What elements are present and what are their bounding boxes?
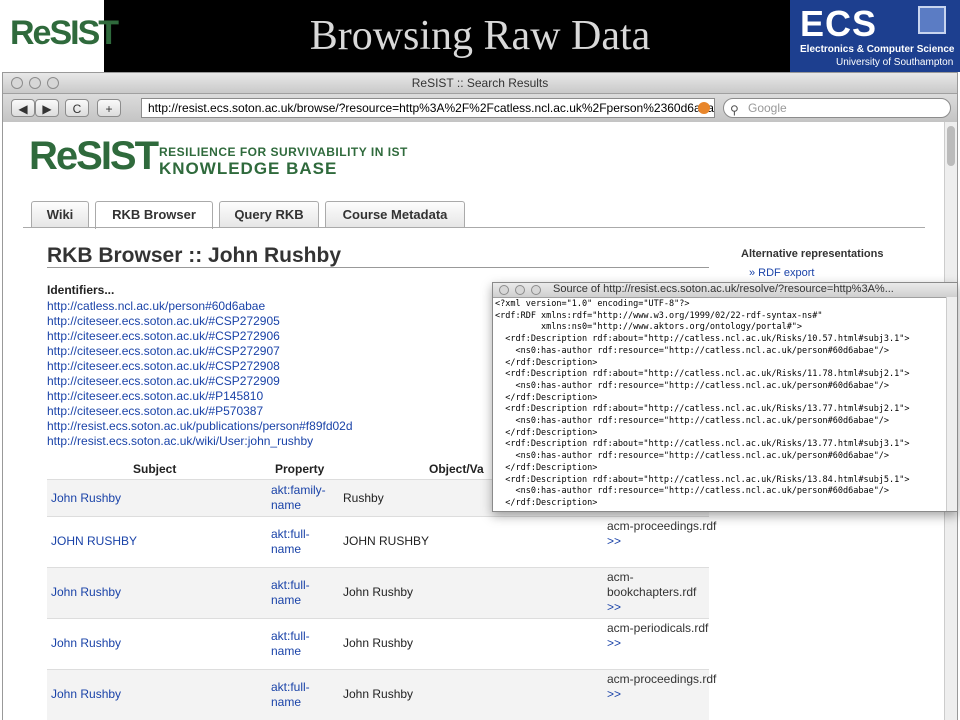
rss-icon[interactable]	[698, 102, 710, 114]
identifier-link[interactable]: http://citeseer.ecs.soton.ac.uk/#CSP2729…	[47, 314, 280, 328]
tab-rkb-browser[interactable]: RKB Browser	[95, 201, 213, 229]
forward-button[interactable]: ▶	[35, 99, 59, 117]
window-titlebar: ReSIST :: Search Results	[3, 73, 957, 94]
ecs-subtitle: Electronics & Computer Science	[800, 44, 955, 55]
tab-wiki[interactable]: Wiki	[31, 201, 89, 227]
source-cell: acm-proceedings.rdf >>	[607, 519, 717, 549]
search-icon: ⚲	[730, 103, 739, 117]
property-link[interactable]: akt:full-name	[271, 680, 331, 710]
more-link[interactable]: >>	[607, 600, 621, 614]
kb-name: KNOWLEDGE BASE	[159, 159, 338, 178]
table-row: John Rushby akt:full-name John Rushby ac…	[47, 618, 709, 669]
search-placeholder: Google	[748, 101, 787, 115]
object-value: John Rushby	[343, 585, 414, 599]
ecs-logo-text: ECS	[800, 3, 878, 44]
rdf-source-code: <?xml version="1.0" encoding="UTF-8"?> <…	[495, 299, 910, 508]
column-header-property: Property	[275, 462, 325, 476]
reload-button[interactable]: C	[65, 99, 89, 117]
table-row: John Rushby akt:full-name John Rushby ac…	[47, 567, 709, 618]
identifier-link[interactable]: http://catless.ncl.ac.uk/person#60d6abae	[47, 299, 265, 313]
subject-link[interactable]: John Rushby	[51, 636, 121, 651]
browser-toolbar: ◀ ▶ C + http://resist.ecs.soton.ac.uk/br…	[3, 94, 957, 123]
resist-logo-text: ReSIST	[10, 14, 119, 52]
subject-link[interactable]: John Rushby	[51, 585, 121, 600]
source-cell: acm-periodicals.rdf >>	[607, 621, 717, 651]
identifier-link[interactable]: http://resist.ecs.soton.ac.uk/publicatio…	[47, 419, 353, 433]
tab-divider	[23, 227, 925, 228]
identifier-link[interactable]: http://citeseer.ecs.soton.ac.uk/#CSP2729…	[47, 344, 280, 358]
slide-header: ReSIST Browsing Raw Data ECS Electronics…	[0, 0, 960, 72]
property-link[interactable]: akt:family-name	[271, 483, 331, 513]
identifier-link[interactable]: http://citeseer.ecs.soton.ac.uk/#CSP2729…	[47, 359, 280, 373]
kb-logo: ReSIST	[29, 134, 159, 178]
object-value: Rushby	[343, 491, 384, 505]
more-link[interactable]: >>	[607, 636, 621, 650]
source-window: Source of http://resist.ecs.soton.ac.uk/…	[492, 282, 958, 512]
table-row: John Rushby akt:full-name John Rushby ac…	[47, 669, 716, 720]
identifiers-heading: Identifiers...	[47, 283, 115, 297]
source-cell: acm-bookchapters.rdf >>	[607, 570, 717, 615]
object-value: John Rushby	[343, 687, 414, 701]
identifier-link[interactable]: http://citeseer.ecs.soton.ac.uk/#CSP2729…	[47, 329, 280, 343]
source-file: acm-proceedings.rdf	[607, 519, 717, 533]
url-text: http://resist.ecs.soton.ac.uk/browse/?re…	[148, 101, 715, 115]
property-link[interactable]: akt:full-name	[271, 629, 331, 659]
kb-tagline: RESILIENCE FOR SURVIVABILITY IN IST	[159, 145, 408, 159]
property-link[interactable]: akt:full-name	[271, 527, 331, 557]
table-row: JOHN RUSHBY akt:full-name JOHN RUSHBY ac…	[47, 516, 716, 567]
url-field[interactable]: http://resist.ecs.soton.ac.uk/browse/?re…	[141, 98, 715, 118]
slide-title: Browsing Raw Data	[309, 13, 651, 59]
minimize-icon[interactable]	[515, 285, 525, 295]
identifier-link[interactable]: http://citeseer.ecs.soton.ac.uk/#P570387	[47, 404, 263, 418]
more-link[interactable]: >>	[607, 534, 621, 548]
source-cell: acm-proceedings.rdf >>	[607, 672, 717, 702]
add-bookmark-button[interactable]: +	[97, 99, 121, 117]
search-input[interactable]: ⚲ Google	[723, 98, 951, 118]
property-link[interactable]: akt:full-name	[271, 578, 331, 608]
subject-link[interactable]: JOHN RUSHBY	[51, 534, 137, 549]
source-file: acm-periodicals.rdf	[607, 621, 709, 635]
ecs-university: University of Southampton	[836, 57, 954, 68]
rdf-export-link[interactable]: » RDF export	[749, 267, 814, 279]
alt-representations-title: Alternative representations	[741, 248, 884, 260]
tab-course-metadata[interactable]: Course Metadata	[325, 201, 465, 227]
chip-icon	[918, 6, 946, 34]
object-value: JOHN RUSHBY	[343, 534, 430, 548]
source-scrollbar[interactable]	[946, 297, 957, 511]
window-title: ReSIST :: Search Results	[411, 76, 549, 90]
source-window-title: Source of http://resist.ecs.soton.ac.uk/…	[553, 283, 894, 295]
ecs-logo: ECS Electronics & Computer Science Unive…	[790, 0, 960, 72]
column-header-object: Object/Va	[429, 462, 484, 476]
tab-query-rkb[interactable]: Query RKB	[219, 201, 319, 227]
page-title: RKB Browser :: John Rushby	[47, 244, 342, 267]
scrollbar-thumb[interactable]	[947, 126, 955, 166]
resist-logo: ReSIST	[0, 0, 119, 72]
more-link[interactable]: >>	[607, 687, 621, 701]
title-rule	[47, 267, 709, 268]
subject-link[interactable]: John Rushby	[51, 491, 121, 506]
identifier-link[interactable]: http://citeseer.ecs.soton.ac.uk/#P145810	[47, 389, 263, 403]
subject-link[interactable]: John Rushby	[51, 687, 121, 702]
source-file: acm-bookchapters.rdf	[607, 570, 697, 599]
back-button[interactable]: ◀	[11, 99, 35, 117]
identifier-link[interactable]: http://resist.ecs.soton.ac.uk/wiki/User:…	[47, 434, 313, 448]
column-header-subject: Subject	[133, 462, 177, 476]
source-window-titlebar: Source of http://resist.ecs.soton.ac.uk/…	[493, 283, 957, 298]
identifier-link[interactable]: http://citeseer.ecs.soton.ac.uk/#CSP2729…	[47, 374, 280, 388]
close-icon[interactable]	[499, 285, 509, 295]
source-file: acm-proceedings.rdf	[607, 672, 717, 686]
maximize-icon[interactable]	[531, 285, 541, 295]
object-value: John Rushby	[343, 636, 414, 650]
